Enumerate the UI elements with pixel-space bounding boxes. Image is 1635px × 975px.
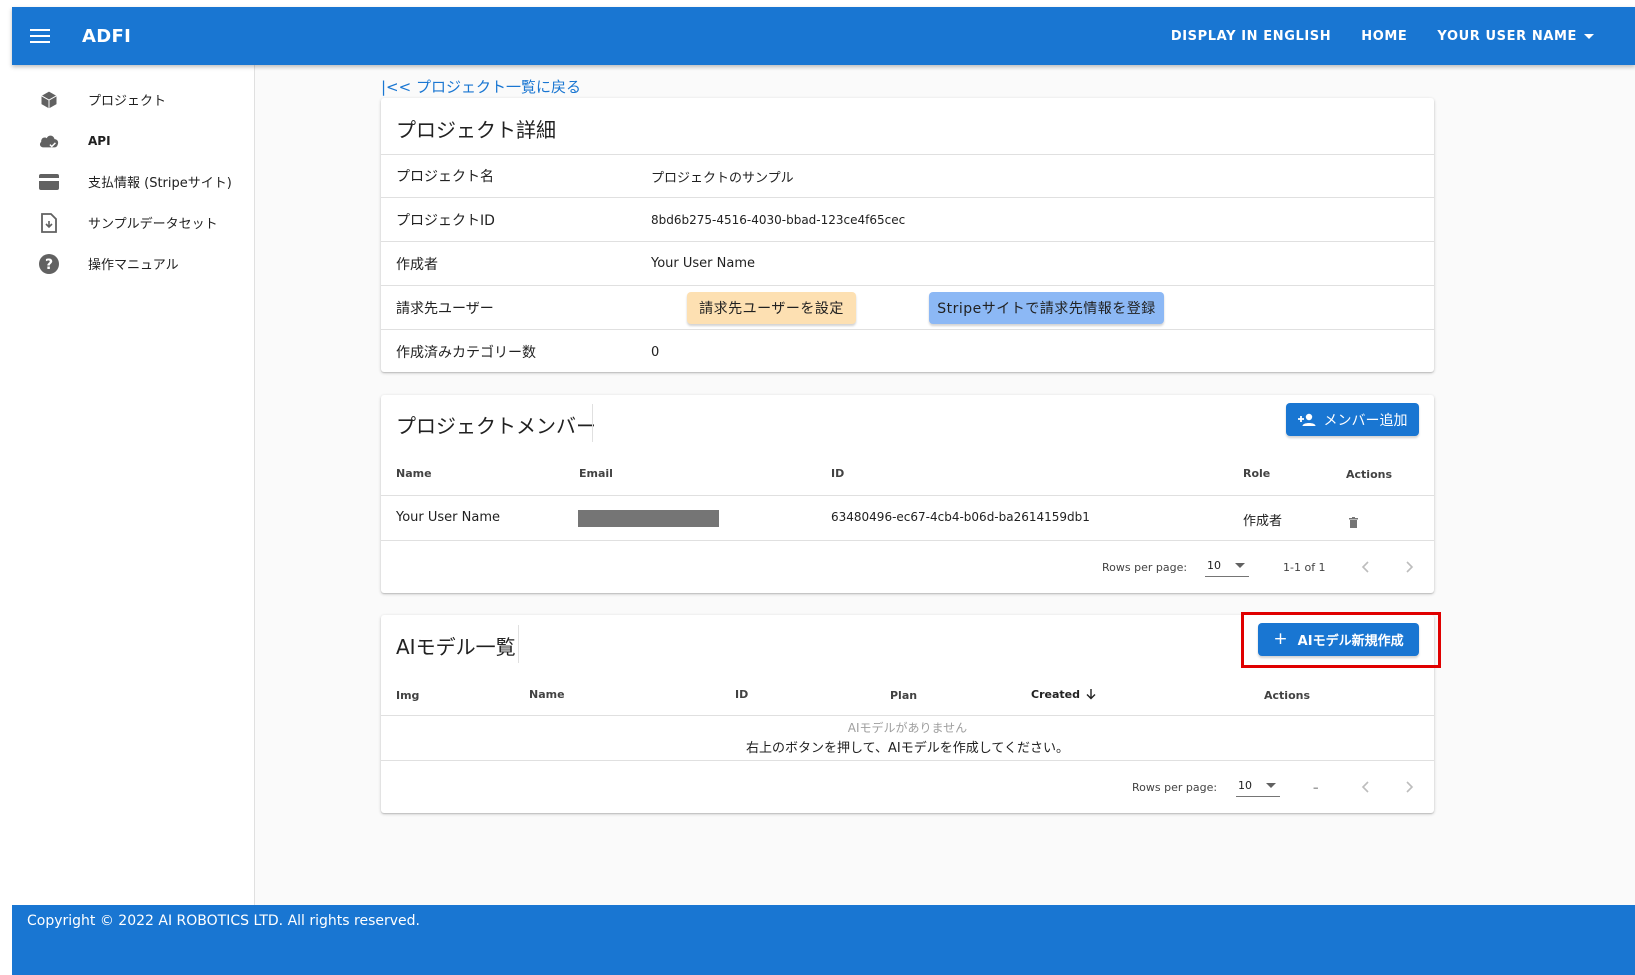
- column-header-actions: Actions: [1346, 468, 1392, 481]
- rows-per-page-value: 10: [1207, 559, 1221, 572]
- previous-page-icon[interactable]: [1355, 557, 1375, 577]
- created-label: Created: [1031, 688, 1080, 701]
- detail-value: Your User Name: [651, 256, 755, 271]
- detail-label: 請求先ユーザー: [396, 300, 494, 317]
- title-divider: [592, 404, 593, 442]
- cloud-check-icon: [38, 130, 60, 152]
- rows-per-page-select[interactable]: 10: [1236, 775, 1280, 797]
- member-role: 作成者: [1243, 514, 1283, 529]
- next-page-icon[interactable]: [1400, 777, 1420, 797]
- column-header-created[interactable]: Created: [1031, 688, 1096, 701]
- redacted-email: [578, 510, 719, 527]
- add-member-label: メンバー追加: [1323, 412, 1408, 429]
- set-billing-user-button[interactable]: 請求先ユーザーを設定: [687, 292, 856, 324]
- detail-row-creator: 作成者 Your User Name: [381, 242, 1434, 286]
- table-divider: [381, 540, 1434, 541]
- svg-text:?: ?: [45, 257, 53, 273]
- app-frame: ADFI DISPLAY IN ENGLISH HOME YOUR USER N…: [12, 7, 1635, 975]
- footer: Copyright © 2022 AI ROBOTICS LTD. All ri…: [12, 905, 1635, 975]
- detail-label: 作成者: [396, 256, 438, 273]
- sidebar-item-label: API: [88, 133, 111, 148]
- user-name-label: YOUR USER NAME: [1437, 28, 1577, 44]
- file-download-icon: [38, 212, 60, 234]
- project-members-title: プロジェクトメンバー: [396, 414, 596, 438]
- detail-value: 8bd6b275-4516-4030-bbad-123ce4f65cec: [651, 212, 906, 227]
- column-header-name: Name: [396, 467, 432, 480]
- sidebar-item-label: サンプルデータセット: [88, 217, 218, 232]
- back-to-projects-link[interactable]: |<< プロジェクト一覧に戻る: [381, 76, 581, 97]
- column-header-plan: Plan: [890, 689, 918, 702]
- rows-per-page-select[interactable]: 10: [1205, 555, 1249, 577]
- sidebar-item-billing[interactable]: 支払情報 (Stripeサイト): [12, 161, 254, 202]
- column-header-actions: Actions: [1264, 689, 1310, 702]
- column-header-name: Name: [529, 688, 565, 701]
- app-bar: ADFI DISPLAY IN ENGLISH HOME YOUR USER N…: [12, 7, 1635, 65]
- home-button[interactable]: HOME: [1346, 7, 1422, 65]
- column-header-role: Role: [1243, 467, 1271, 480]
- rows-per-page-value: 10: [1238, 779, 1252, 792]
- ai-model-list-title: AIモデル一覧: [396, 635, 516, 659]
- project-details-card: プロジェクト詳細 プロジェクト名 プロジェクトのサンプル プロジェクトID 8b…: [381, 98, 1434, 372]
- previous-page-icon[interactable]: [1355, 777, 1375, 797]
- menu-icon[interactable]: [30, 29, 50, 43]
- detail-label: 作成済みカテゴリー数: [396, 345, 536, 361]
- dropdown-arrow-icon: [1266, 783, 1276, 788]
- detail-row-name: プロジェクト名 プロジェクトのサンプル: [381, 154, 1434, 198]
- sidebar-item-label: 操作マニュアル: [88, 258, 179, 273]
- sidebar-item-api[interactable]: API: [12, 120, 254, 161]
- table-divider: [381, 760, 1434, 761]
- project-members-card: プロジェクトメンバー メンバー追加 Name Email ID Role Act…: [381, 395, 1434, 593]
- delete-icon[interactable]: [1349, 513, 1358, 532]
- project-details-title: プロジェクト詳細: [396, 118, 556, 142]
- stripe-register-button[interactable]: Stripeサイトで請求先情報を登録: [929, 292, 1164, 324]
- caret-down-icon: [1584, 33, 1594, 39]
- title-divider: [518, 625, 519, 663]
- table-divider: [381, 715, 1434, 716]
- column-header-id: ID: [735, 688, 749, 701]
- copyright-text: Copyright © 2022 AI ROBOTICS LTD. All ri…: [27, 913, 420, 929]
- detail-row-billing-user: 請求先ユーザー 請求先ユーザーを設定 Stripeサイトで請求先情報を登録: [381, 286, 1434, 330]
- credit-card-icon: [38, 171, 60, 193]
- rows-per-page-label: Rows per page:: [1102, 561, 1188, 574]
- rows-per-page-label: Rows per page:: [1132, 781, 1218, 794]
- display-english-button[interactable]: DISPLAY IN ENGLISH: [1156, 7, 1346, 65]
- highlight-box: [1241, 612, 1441, 668]
- help-circle-icon: ?: [38, 253, 60, 275]
- sidebar-item-manual[interactable]: ? 操作マニュアル: [12, 243, 254, 284]
- detail-value: プロジェクトのサンプル: [651, 170, 794, 186]
- sidebar-item-label: 支払情報 (Stripeサイト): [88, 176, 232, 191]
- dropdown-arrow-icon: [1235, 563, 1245, 568]
- app-title: ADFI: [82, 25, 132, 47]
- detail-row-category-count: 作成済みカテゴリー数 0: [381, 330, 1434, 374]
- column-header-email: Email: [579, 467, 613, 480]
- next-page-icon[interactable]: [1400, 557, 1420, 577]
- sidebar-item-label: プロジェクト: [88, 94, 167, 109]
- detail-label: プロジェクト名: [396, 169, 494, 185]
- detail-row-id: プロジェクトID 8bd6b275-4516-4030-bbad-123ce4f…: [381, 198, 1434, 242]
- empty-state-title: AIモデルがありません: [847, 721, 968, 735]
- sidebar: プロジェクト API 支払情報 (Stripeサイト) サンプルデータセット ?…: [12, 65, 255, 911]
- cube-icon: [38, 89, 60, 111]
- person-add-icon: [1297, 413, 1316, 427]
- column-header-img: Img: [396, 689, 420, 702]
- detail-label: プロジェクトID: [396, 212, 495, 229]
- empty-state-message: 右上のボタンを押して、AIモデルを作成してください。: [746, 741, 1069, 756]
- sidebar-item-project[interactable]: プロジェクト: [12, 79, 254, 120]
- member-id: 63480496-ec67-4cb4-b06d-ba2614159db1: [831, 510, 1090, 524]
- table-row: Your User Name 63480496-ec67-4cb4-b06d-b…: [381, 496, 1434, 540]
- pagination-range: –: [1313, 781, 1319, 794]
- add-member-button[interactable]: メンバー追加: [1286, 403, 1419, 436]
- sidebar-item-sample-dataset[interactable]: サンプルデータセット: [12, 202, 254, 243]
- detail-value: 0: [651, 344, 660, 360]
- member-name: Your User Name: [396, 510, 500, 525]
- column-header-id: ID: [831, 467, 845, 480]
- arrow-down-icon: [1086, 689, 1096, 700]
- user-menu-button[interactable]: YOUR USER NAME: [1422, 7, 1609, 65]
- pagination-range: 1-1 of 1: [1283, 561, 1326, 574]
